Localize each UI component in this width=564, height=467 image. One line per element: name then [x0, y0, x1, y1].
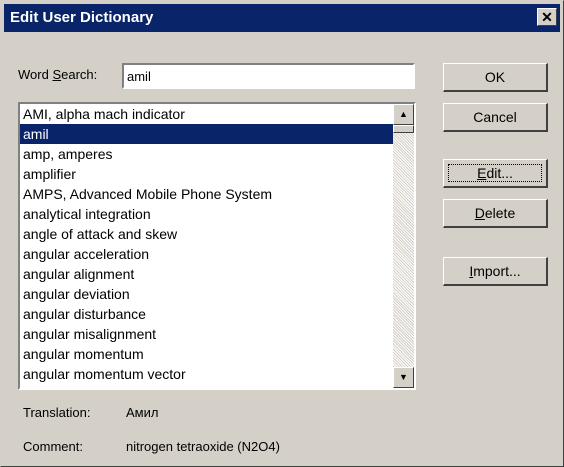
scroll-down-button[interactable]: ▼ — [393, 367, 414, 388]
scroll-thumb[interactable] — [393, 125, 414, 133]
import-button-label: mport... — [473, 263, 521, 279]
list-item[interactable]: angular misalignment — [20, 324, 393, 344]
list-item[interactable]: amp, amperes — [20, 144, 393, 164]
comment-value: nitrogen tetraoxide (N2O4) — [126, 439, 280, 454]
word-search-label-part: earch: — [61, 67, 98, 82]
delete-button-label: elete — [484, 205, 516, 221]
ok-button[interactable]: OK — [443, 63, 548, 92]
translation-label: Translation: — [23, 405, 91, 420]
scroll-up-arrow-icon: ▲ — [399, 109, 408, 119]
word-search-label: Word Search: — [18, 67, 97, 82]
edit-button-label: dit... — [486, 165, 513, 181]
delete-button-accel: D — [474, 205, 485, 221]
delete-button[interactable]: Delete — [443, 199, 548, 228]
scroll-up-button[interactable]: ▲ — [393, 104, 414, 125]
list-item[interactable]: AMI, alpha mach indicator — [20, 104, 393, 124]
cancel-button[interactable]: Cancel — [443, 103, 548, 132]
edit-user-dictionary-dialog: Edit User Dictionary ✕ Word Search: AMI,… — [0, 0, 564, 467]
list-item[interactable]: angular rate — [20, 384, 393, 388]
scroll-down-arrow-icon: ▼ — [399, 372, 408, 382]
translation-value: Амил — [126, 405, 159, 420]
close-button[interactable]: ✕ — [537, 8, 557, 26]
word-search-input[interactable] — [122, 63, 415, 89]
list-item[interactable]: angular momentum — [20, 344, 393, 364]
list-item[interactable]: angular deviation — [20, 284, 393, 304]
edit-button-focus-rect: Edit... — [448, 164, 542, 182]
word-list-items: AMI, alpha mach indicator amil amp, ampere… — [20, 104, 393, 388]
edit-button[interactable]: Edit... — [443, 159, 548, 188]
list-item[interactable]: amil — [20, 124, 393, 144]
list-item[interactable]: angular disturbance — [20, 304, 393, 324]
dialog-title: Edit User Dictionary — [10, 9, 154, 26]
ok-button-label: OK — [484, 69, 506, 85]
list-item[interactable]: amplifier — [20, 164, 393, 184]
title-bar: Edit User Dictionary ✕ — [4, 4, 560, 32]
list-item[interactable]: angular momentum vector — [20, 364, 393, 384]
list-item[interactable]: analytical integration — [20, 204, 393, 224]
list-scrollbar[interactable]: ▲ ▼ — [393, 104, 414, 388]
word-search-label-part: Word — [18, 67, 53, 82]
list-item[interactable]: angular acceleration — [20, 244, 393, 264]
import-button[interactable]: Import... — [443, 257, 548, 286]
close-icon: ✕ — [541, 9, 553, 25]
cancel-button-label: Cancel — [473, 109, 517, 125]
word-search-label-accel: S — [52, 67, 62, 82]
dictionary-word-list[interactable]: AMI, alpha mach indicator amil amp, ampere… — [18, 102, 416, 390]
comment-label: Comment: — [23, 439, 83, 454]
list-item[interactable]: angular alignment — [20, 264, 393, 284]
list-item[interactable]: angle of attack and skew — [20, 224, 393, 244]
list-item[interactable]: AMPS, Advanced Mobile Phone System — [20, 184, 393, 204]
